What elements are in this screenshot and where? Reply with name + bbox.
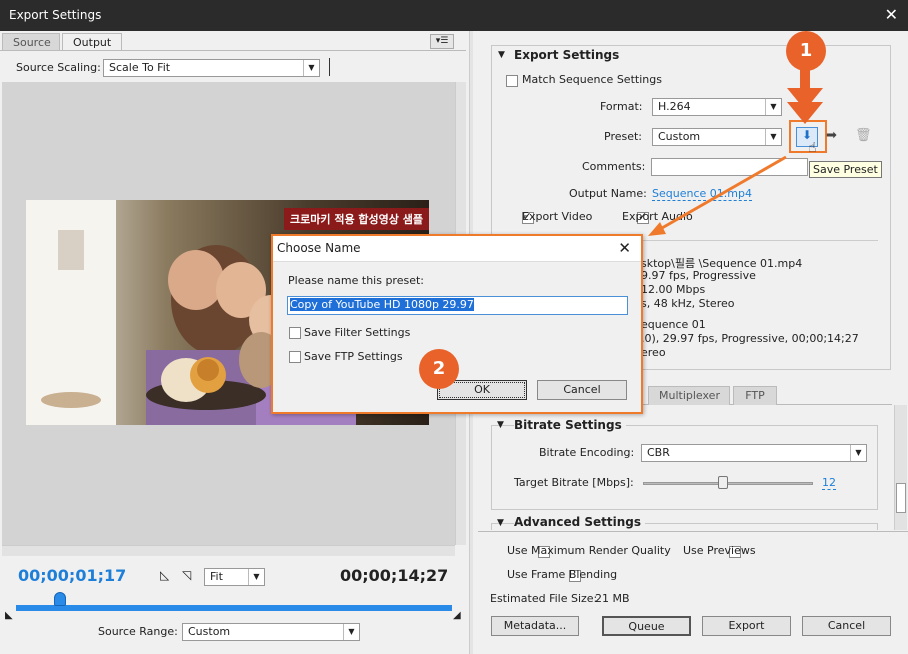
callout-badge-2: 2: [419, 349, 459, 389]
save-filter-checkbox[interactable]: [289, 327, 301, 339]
callout-arrow-head: [648, 222, 666, 236]
save-filter-label: Save Filter Settings: [304, 326, 411, 339]
callout-arrow-line: [654, 155, 787, 234]
dialog-title: Choose Name: [277, 241, 361, 255]
dialog-title-bar: Choose Name ✕: [273, 236, 641, 262]
preset-name-input[interactable]: Copy of YouTube HD 1080p 29.97: [287, 296, 628, 315]
down-arrow-head-2: [787, 102, 823, 124]
save-ftp-label: Save FTP Settings: [304, 350, 403, 363]
choose-name-dialog: Choose Name ✕ Please name this preset: C…: [271, 234, 643, 414]
preset-name-value: Copy of YouTube HD 1080p 29.97: [290, 298, 474, 311]
dialog-prompt: Please name this preset:: [288, 274, 425, 287]
callout-badge-1: 1: [786, 31, 826, 71]
dialog-close-icon[interactable]: ✕: [618, 239, 631, 257]
save-ftp-checkbox[interactable]: [289, 351, 301, 363]
dialog-cancel-button[interactable]: Cancel: [537, 380, 627, 400]
